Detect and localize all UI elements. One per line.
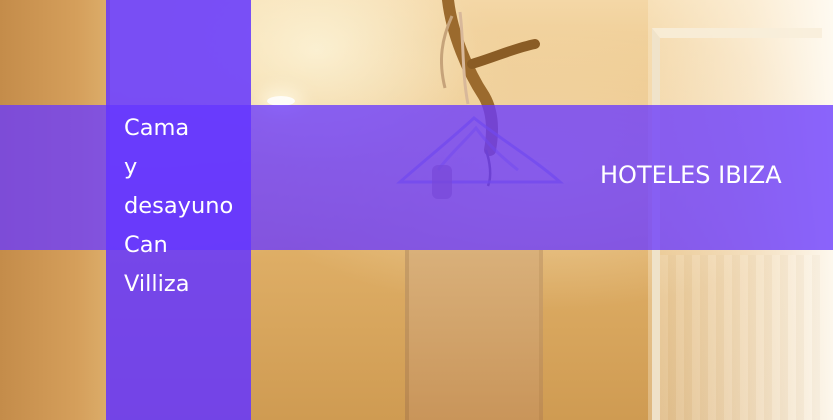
hero-banner: Cama y desayuno Can Villiza HOTELES IBIZ… — [0, 0, 833, 420]
hotels-ibiza-link[interactable]: HOTELES IBIZA — [600, 158, 782, 192]
hotel-title-line-2: y — [124, 153, 138, 180]
background-doorframe — [405, 250, 543, 420]
hotel-title-line-5: Villiza — [124, 270, 190, 297]
hotel-title: Cama y desayuno Can Villiza — [124, 109, 244, 304]
background-curtain — [660, 255, 820, 420]
hotel-title-line-1: Cama — [124, 115, 190, 141]
hotel-title-line-3: desayuno — [124, 192, 234, 219]
hotel-title-line-4: Can — [124, 231, 168, 258]
